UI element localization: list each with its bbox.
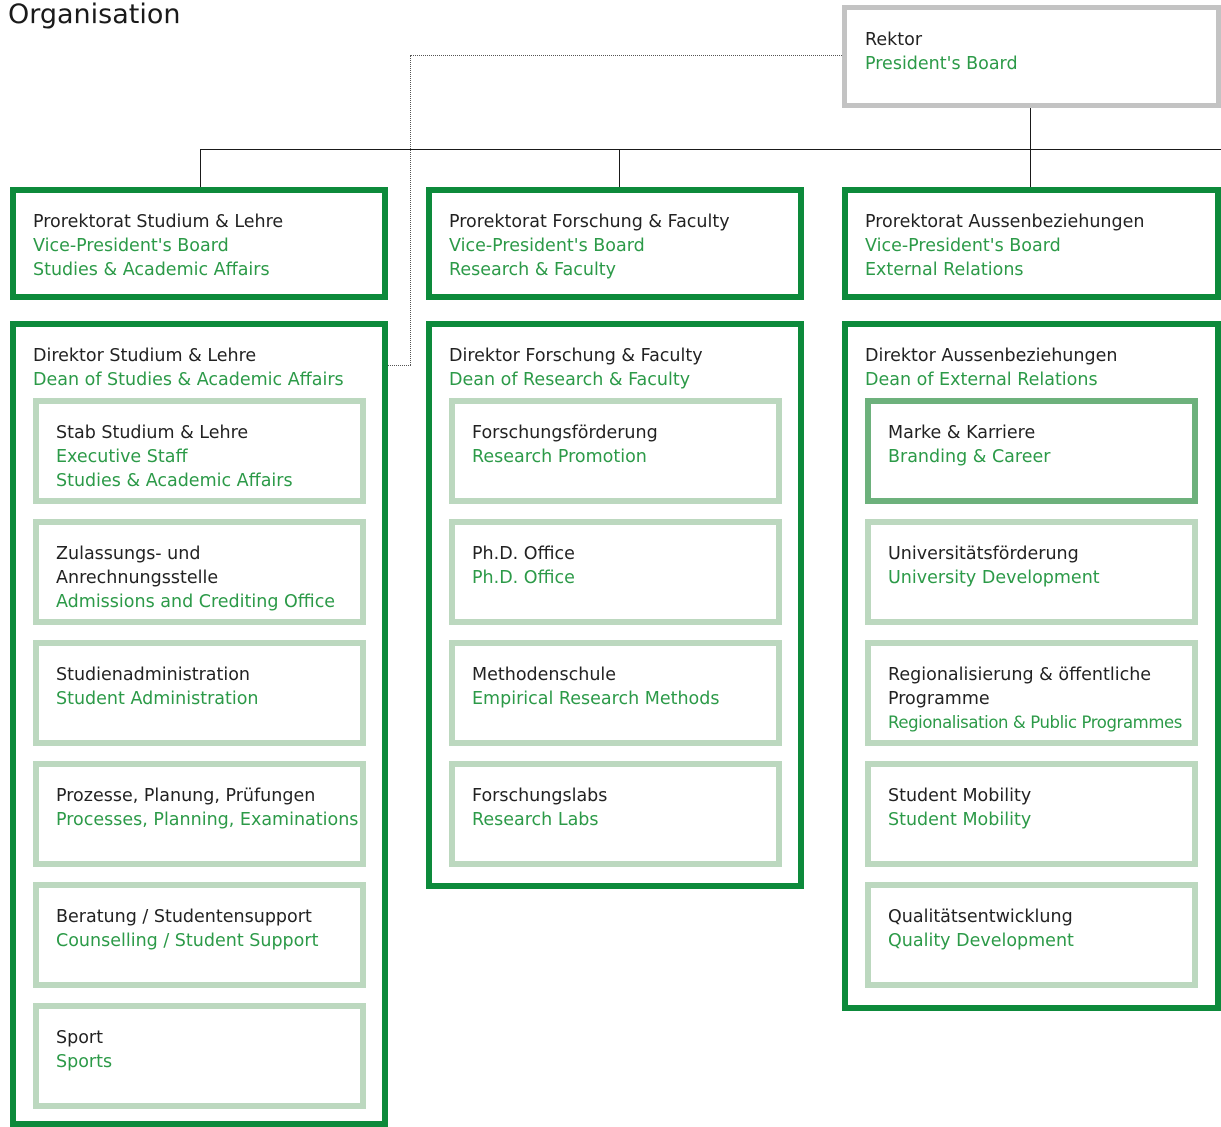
dotted-connector-top	[410, 55, 844, 56]
unit-box: Forschungsförderung Research Promotion	[449, 398, 782, 504]
unit-label-en: Student Administration	[56, 689, 259, 709]
unit-box: Ph.D. Office Ph.D. Office	[449, 519, 782, 625]
unit-label-de: Regionalisierung & öffentliche Programme	[888, 665, 1152, 709]
unit-box: Studienadministration Student Administra…	[33, 640, 366, 746]
director-label-en: Dean of External Relations	[865, 370, 1098, 390]
horizontal-connector-line	[200, 149, 1221, 150]
director-label-de: Direktor Studium & Lehre	[33, 346, 257, 366]
vp-label-en: Vice-President's Board Research & Facult…	[449, 236, 645, 280]
director-label-en: Dean of Research & Faculty	[449, 370, 691, 390]
unit-label-de: Beratung / Studentensupport	[56, 907, 312, 927]
unit-label-en: Ph.D. Office	[472, 568, 575, 588]
vp-label-en: Vice-President's Board Studies & Academi…	[33, 236, 270, 280]
unit-label-de: Universitätsförderung	[888, 544, 1079, 564]
director-label-en: Dean of Studies & Academic Affairs	[33, 370, 344, 390]
unit-label-de: Methodenschule	[472, 665, 617, 685]
unit-box: Regionalisierung & öffentliche Programme…	[865, 640, 1198, 746]
unit-label-en: Sports	[56, 1052, 113, 1072]
unit-box: Prozesse, Planung, Prüfungen Processes, …	[33, 761, 366, 867]
page-title: Organisation	[8, 0, 181, 30]
unit-label-de: Forschungslabs	[472, 786, 608, 806]
president-label-en: President's Board	[865, 54, 1018, 74]
unit-label-de: Qualitätsentwicklung	[888, 907, 1073, 927]
unit-label-de: Sport	[56, 1028, 103, 1048]
unit-box: Student Mobility Student Mobility	[865, 761, 1198, 867]
unit-box: Sport Sports	[33, 1003, 366, 1109]
director-label-de: Direktor Aussenbeziehungen	[865, 346, 1118, 366]
unit-box: Zulassungs- und Anrechnungsstelle Admiss…	[33, 519, 366, 625]
unit-label-en: Empirical Research Methods	[472, 689, 720, 709]
unit-label-de: Forschungsförderung	[472, 423, 658, 443]
unit-box: Methodenschule Empirical Research Method…	[449, 640, 782, 746]
vp2-drop-line	[619, 149, 620, 188]
unit-label-en: Quality Development	[888, 931, 1074, 951]
unit-box-highlighted: Marke & Karriere Branding & Career	[865, 398, 1198, 504]
unit-label-en: Counselling / Student Support	[56, 931, 319, 951]
unit-label-en: Research Promotion	[472, 447, 647, 467]
unit-label-en: Processes, Planning, Examinations	[56, 810, 359, 830]
unit-label-en: Executive Staff Studies & Academic Affai…	[56, 447, 293, 491]
unit-label-en: Branding & Career	[888, 447, 1051, 467]
unit-box: Forschungslabs Research Labs	[449, 761, 782, 867]
unit-box: Beratung / Studentensupport Counselling …	[33, 882, 366, 988]
director-label-de: Direktor Forschung & Faculty	[449, 346, 703, 366]
unit-label-de: Zulassungs- und Anrechnungsstelle	[56, 544, 219, 588]
president-stem-line	[1030, 108, 1031, 150]
vp-box-external: Prorektorat Aussenbeziehungen Vice-Presi…	[842, 187, 1221, 300]
unit-label-en: Regionalisation & Public Programmes	[888, 713, 1182, 732]
vp-box-studies: Prorektorat Studium & Lehre Vice-Preside…	[10, 187, 388, 300]
dotted-connector-bottom	[385, 365, 411, 366]
vp-label-en: Vice-President's Board External Relation…	[865, 236, 1061, 280]
vp-label-de: Prorektorat Aussenbeziehungen	[865, 212, 1145, 232]
unit-box: Qualitätsentwicklung Quality Development	[865, 882, 1198, 988]
unit-label-de: Student Mobility	[888, 786, 1032, 806]
unit-label-de: Studienadministration	[56, 665, 251, 685]
president-label-de: Rektor	[865, 30, 923, 50]
president-box: Rektor President's Board	[842, 5, 1221, 108]
vp1-drop-line	[200, 149, 201, 188]
unit-label-en: Research Labs	[472, 810, 599, 830]
unit-box: Universitätsförderung University Develop…	[865, 519, 1198, 625]
unit-label-en: University Development	[888, 568, 1100, 588]
unit-label-de: Prozesse, Planung, Prüfungen	[56, 786, 316, 806]
dotted-connector-vertical	[410, 55, 411, 365]
vp-label-de: Prorektorat Studium & Lehre	[33, 212, 284, 232]
unit-label-en: Student Mobility	[888, 810, 1032, 830]
vp-box-research: Prorektorat Forschung & Faculty Vice-Pre…	[426, 187, 804, 300]
unit-label-de: Stab Studium & Lehre	[56, 423, 249, 443]
vp-label-de: Prorektorat Forschung & Faculty	[449, 212, 730, 232]
unit-label-de: Ph.D. Office	[472, 544, 575, 564]
unit-label-de: Marke & Karriere	[888, 423, 1036, 443]
unit-label-en: Admissions and Crediting Office	[56, 592, 336, 612]
vp3-drop-line	[1030, 149, 1031, 188]
unit-box: Stab Studium & Lehre Executive Staff Stu…	[33, 398, 366, 504]
